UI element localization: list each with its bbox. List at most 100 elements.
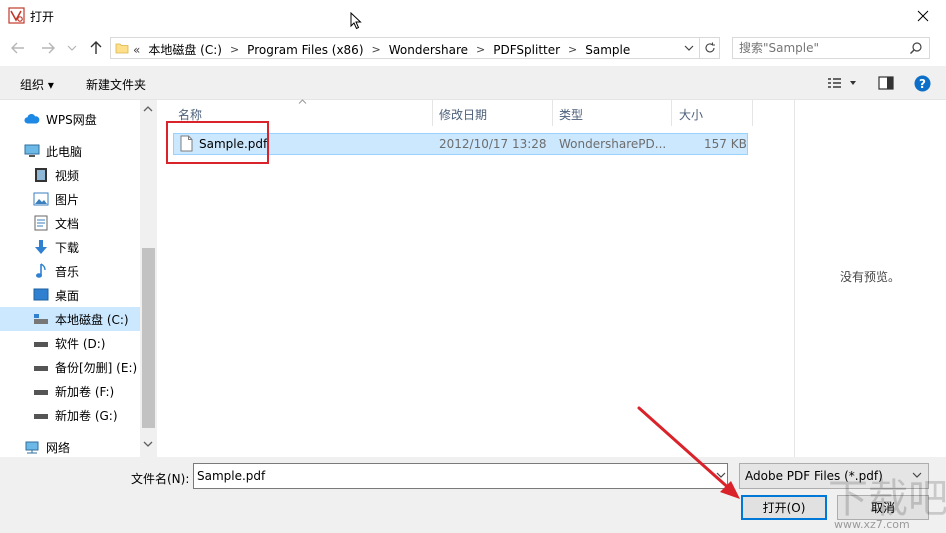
sidebar-item-label: 软件 (D:) <box>55 336 106 351</box>
close-button[interactable] <box>900 0 946 32</box>
column-header-size[interactable]: 大小 <box>679 106 703 124</box>
refresh-icon <box>705 42 715 53</box>
title-bar: 打开 <box>0 0 946 32</box>
breadcrumb-separator-icon[interactable]: > <box>476 43 485 56</box>
download-icon <box>33 239 49 255</box>
drive-icon <box>33 311 49 327</box>
sidebar-scrollbar[interactable] <box>140 100 157 457</box>
breadcrumb-separator-icon[interactable]: > <box>230 43 239 56</box>
breadcrumb-item-c-drive[interactable]: 本地磁盘 (C:) <box>148 41 222 58</box>
chevron-down-icon <box>912 472 922 478</box>
column-divider[interactable] <box>552 100 553 126</box>
filename-dropdown-button[interactable] <box>714 468 728 482</box>
address-bar[interactable]: « 本地磁盘 (C:) > Program Files (x86) > Wond… <box>110 37 720 59</box>
back-button[interactable] <box>8 38 28 58</box>
sidebar-item-downloads[interactable]: 下载 <box>0 235 140 259</box>
file-size: 157 KB <box>704 137 747 151</box>
search-icon[interactable] <box>909 41 923 55</box>
address-dropdown-button[interactable] <box>681 40 697 56</box>
chevron-down-icon <box>716 472 726 478</box>
sidebar-item-label: 此电脑 <box>46 144 83 159</box>
drive-icon <box>33 407 49 423</box>
sort-ascending-icon <box>298 99 307 104</box>
sidebar-item-label: 视频 <box>55 168 80 183</box>
sidebar-item-music[interactable]: 音乐 <box>0 259 140 283</box>
breadcrumb-item-sample[interactable]: Sample <box>585 43 630 57</box>
sidebar-item-label: 本地磁盘 (C:) <box>55 312 129 327</box>
sidebar-item-desktop[interactable]: 桌面 <box>0 283 140 307</box>
sidebar-item-e-drive[interactable]: 备份[勿删] (E:) <box>0 355 140 379</box>
sidebar-item-g-drive[interactable]: 新加卷 (G:) <box>0 403 140 427</box>
sidebar-item-this-pc[interactable]: 此电脑 <box>0 139 140 163</box>
preview-pane-button[interactable] <box>876 74 896 92</box>
view-details-icon <box>828 78 856 88</box>
recent-locations-button[interactable] <box>62 38 82 58</box>
cancel-button[interactable]: 取消 <box>837 495 929 520</box>
refresh-button[interactable] <box>699 38 719 58</box>
sidebar-item-c-drive[interactable]: 本地磁盘 (C:) <box>0 307 140 331</box>
organize-menu[interactable]: 组织 ▾ <box>20 76 54 93</box>
file-type: WondersharePD... <box>559 137 667 151</box>
folder-icon <box>115 43 129 54</box>
forward-button[interactable] <box>38 38 58 58</box>
sidebar-item-videos[interactable]: 视频 <box>0 163 140 187</box>
search-box[interactable] <box>732 37 930 59</box>
breadcrumb-item-program-files[interactable]: Program Files (x86) <box>247 43 363 57</box>
chevron-up-icon[interactable] <box>143 105 153 113</box>
open-button[interactable]: 打开(O) <box>741 495 827 520</box>
sidebar-item-label: 文档 <box>55 216 80 231</box>
sidebar-item-label: 下载 <box>55 240 80 255</box>
sidebar-item-network[interactable]: 网络 <box>0 435 140 457</box>
svg-text:?: ? <box>919 76 926 90</box>
preview-empty-text: 没有预览。 <box>840 270 901 284</box>
chevron-down-icon[interactable] <box>143 440 153 448</box>
navigation-pane: WPS网盘 此电脑 视频 图片 文档 下载 音乐 桌面 本地磁盘 (C:) 软件… <box>0 100 157 457</box>
video-icon <box>33 167 49 183</box>
sidebar-item-wps-cloud[interactable]: WPS网盘 <box>0 107 140 131</box>
music-icon <box>33 263 49 279</box>
document-icon <box>33 215 49 231</box>
sidebar-item-pictures[interactable]: 图片 <box>0 187 140 211</box>
up-button[interactable] <box>86 38 106 58</box>
desktop-icon <box>33 287 49 303</box>
sidebar-item-label: 备份[勿删] (E:) <box>55 360 138 375</box>
cloud-icon <box>24 111 40 127</box>
sidebar-item-label: 新加卷 (F:) <box>55 384 115 399</box>
sidebar-item-label: 图片 <box>55 192 80 207</box>
mouse-cursor-icon <box>350 12 362 30</box>
new-folder-button[interactable]: 新建文件夹 <box>86 76 146 93</box>
help-icon: ? <box>914 75 930 91</box>
column-divider[interactable] <box>752 100 753 126</box>
drive-icon <box>33 335 49 351</box>
filename-label: 文件名(N): <box>131 472 190 486</box>
scrollbar-thumb[interactable] <box>142 248 155 428</box>
sidebar-item-label: 桌面 <box>55 288 80 303</box>
search-input[interactable] <box>739 41 899 55</box>
view-options-button[interactable] <box>822 74 862 92</box>
preview-pane-icon <box>878 76 894 90</box>
sidebar-item-d-drive[interactable]: 软件 (D:) <box>0 331 140 355</box>
column-header-type[interactable]: 类型 <box>559 106 583 124</box>
filename-input[interactable] <box>197 469 697 483</box>
file-type-filter[interactable]: Adobe PDF Files (*.pdf) <box>739 463 929 489</box>
column-divider[interactable] <box>671 100 672 126</box>
sidebar-item-documents[interactable]: 文档 <box>0 211 140 235</box>
help-button[interactable]: ? <box>912 74 932 92</box>
column-header-date[interactable]: 修改日期 <box>439 106 487 124</box>
picture-icon <box>33 191 49 207</box>
computer-icon <box>24 143 40 159</box>
breadcrumb-item-wondershare[interactable]: Wondershare <box>389 43 468 57</box>
filename-field[interactable] <box>193 463 728 489</box>
drive-icon <box>33 359 49 375</box>
breadcrumb: « 本地磁盘 (C:) > Program Files (x86) > Wond… <box>133 41 630 58</box>
sidebar-item-f-drive[interactable]: 新加卷 (F:) <box>0 379 140 403</box>
column-divider[interactable] <box>432 100 433 126</box>
breadcrumb-item-pdfsplitter[interactable]: PDFSplitter <box>493 43 560 57</box>
window-title: 打开 <box>30 10 55 24</box>
breadcrumb-separator-icon[interactable]: > <box>568 43 577 56</box>
annotation-highlight-box <box>166 121 269 164</box>
arrow-right-icon <box>42 42 55 54</box>
breadcrumb-overflow[interactable]: « <box>133 43 140 57</box>
breadcrumb-separator-icon[interactable]: > <box>372 43 381 56</box>
sidebar-item-label: 音乐 <box>55 264 80 279</box>
